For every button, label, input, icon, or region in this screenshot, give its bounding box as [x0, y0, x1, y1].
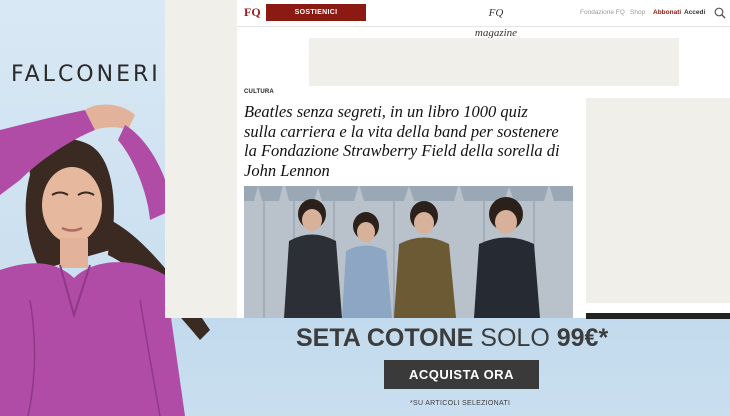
ad-headline[interactable]: SETA COTONE SOLO 99€* [296, 322, 636, 354]
brand-logo[interactable]: FALCONERI [11, 62, 161, 87]
article-category[interactable]: CULTURA [244, 89, 274, 95]
search-icon[interactable] [714, 7, 726, 19]
support-button[interactable]: SOSTIENICI [266, 4, 366, 21]
nav-fondazione-fq[interactable]: Fondazione FQ [580, 9, 625, 16]
shop-now-button[interactable]: ACQUISTA ORA [384, 360, 539, 389]
nav-shop[interactable]: Shop [630, 9, 645, 16]
ad-headline-bold: SETA COTONE [296, 324, 474, 352]
sidebar-dark-strip [586, 313, 730, 319]
article-photo[interactable] [244, 186, 573, 318]
article-headline[interactable]: Beatles senza segreti, in un libro 1000 … [244, 102, 564, 180]
nav-abbonati[interactable]: Abbonati [653, 9, 681, 16]
ad-headline-light: SOLO [480, 324, 550, 352]
ad-headline-price: 99€* [556, 324, 609, 352]
ad-footnote: *SU ARTICOLI SELEZIONATI [410, 400, 511, 407]
magazine-logo[interactable]: FQ magazine [470, 3, 522, 39]
nav-accedi[interactable]: Accedi [684, 9, 705, 16]
ad-banner-placeholder [309, 38, 679, 86]
page-left-strip [165, 0, 237, 318]
fq-logo[interactable]: FQ [244, 4, 264, 21]
beatles-figures [284, 197, 540, 318]
sidebar-ad-slot [586, 98, 730, 303]
